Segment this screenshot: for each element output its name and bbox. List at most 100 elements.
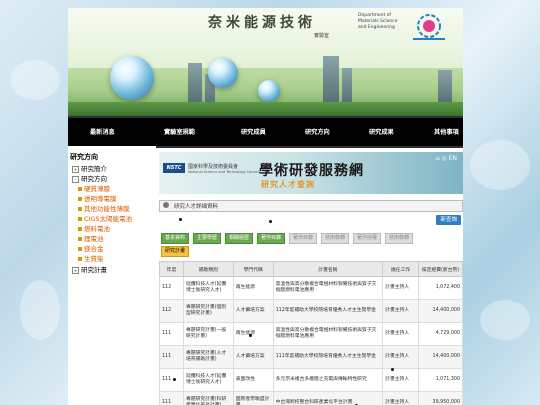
cell-project-name[interactable]: 多元奈米複合多層膜之充電與傳輸特性研究 [272,368,384,392]
bullet-icon [78,247,82,251]
column-header: 核定經費(新台幣) [418,261,463,277]
nav-lab-rules[interactable]: 實驗室規範 [164,127,195,136]
globe-image [258,80,280,102]
nav-other[interactable]: 其他事項 [434,127,459,136]
sidebar-item-intro[interactable]: + 研究簡介 [72,163,107,173]
cell-year: 111 [159,345,184,369]
decorative-dot [173,378,176,381]
cell-amount: 14,400,000 [418,345,463,369]
language-link[interactable]: EN [449,155,457,162]
cell-role: 計畫主持人 [382,345,420,369]
tab-experience[interactable]: 相關經歷 [225,233,254,244]
sidebar: 研究方向 + 研究簡介 - 研究方向 硬質薄膜 透明導電膜 其他功能性薄膜 CIGS… [68,146,156,405]
bullet-icon [78,237,82,241]
decorative-dot [249,334,252,337]
tab-basic-info[interactable]: 基本資料 [161,233,190,244]
nstc-logo: NSTC [163,163,185,173]
cell-year: 112 [159,276,184,300]
tab-education[interactable]: 主要學歷 [193,233,222,244]
bullet-icon [78,207,82,211]
sidebar-subitem-fuel-cell[interactable]: 燃料電池 [78,223,110,233]
cell-year: 111 [159,368,184,392]
breadcrumb: 研究人才詳細資料 [174,204,219,210]
breadcrumb-bar: 研究人才詳細資料 [159,200,463,212]
sidebar-subitem-tco[interactable]: 透明導電膜 [78,193,117,203]
cell-project-name[interactable]: 中台灣跨校整合科研產業化平台計畫 [272,391,384,405]
table-row: 112 專題研究計畫(個別型研究計畫) 人才攝培方案 112年度補助大學校院培育… [159,299,463,323]
decorative-dot [391,368,394,371]
nav-results[interactable]: 研究成果 [369,127,394,136]
department-name: Department of Materials Science and Engi… [358,13,398,30]
cell-amount: 1,072,400 [418,276,463,300]
sidebar-subitem-hard-film[interactable]: 硬質薄膜 [78,183,110,193]
nav-news[interactable]: 最新消息 [90,127,115,136]
sidebar-item-research-direction[interactable]: - 研究方向 [72,173,107,183]
globe-icon[interactable]: ◎ [442,155,447,162]
university-logo [413,14,445,40]
cell-year: 112 [159,299,184,323]
column-header: 學門代碼 [232,261,274,277]
collapse-icon[interactable]: - [72,175,79,183]
cell-project-name[interactable]: 112年度補助大學校院培育優秀人才主生獎學金 [272,299,384,323]
cell-role: 計畫主持人 [382,276,420,300]
bullet-icon [78,257,82,261]
nstc-banner: NSTC 國家科學及技術委員會 National Science and Tec… [159,152,463,194]
sidebar-subitem-lithium[interactable]: 鋰電池 [78,233,104,243]
tab-tech-transfer-2[interactable]: 技術移轉 [385,233,414,244]
cell-role: 計畫主持人 [382,322,420,346]
sidebar-subitem-magnesium[interactable]: 鎂合金 [78,243,104,253]
cell-amount: 1,071,300 [418,368,463,392]
expand-icon[interactable]: + [72,266,79,274]
lab-subtitle: 實驗室 [314,33,330,39]
cell-role: 計畫主持人 [382,299,420,323]
cell-field: 人才攝培方案 [232,299,274,323]
sidebar-subitem-cigs[interactable]: CIGS太陽能電池 [78,213,132,223]
background-texture [10,60,60,100]
new-query-button[interactable]: 新查詢 [436,215,461,225]
tab-publications[interactable]: 著作目錄 [257,233,286,244]
column-header: 補助類別 [182,261,234,277]
home-icon[interactable]: ⌂ [436,155,440,162]
sidebar-item-projects[interactable]: + 研究計畫 [72,264,107,274]
globe-image [208,58,238,88]
cell-field: 人才攝培方案 [232,345,274,369]
background-texture [480,300,530,340]
arrow-icon [163,202,169,208]
table-row: 111 專題研究計畫(一般研究計畫) 再生能源 高溫性與高分散複合電極材料製備技… [159,322,463,346]
tab-research-projects[interactable]: 研究計畫 [161,246,190,257]
cell-amount: 39,950,000 [418,391,463,405]
cell-year: 111 [159,391,184,405]
cell-type: 專題研究計畫(個別型研究計畫) [182,299,234,323]
nav-members[interactable]: 研究成員 [241,127,266,136]
cell-project-name[interactable]: 111年度補助大學校院培育優秀人才主生獎學金 [272,345,384,369]
cell-project-name[interactable]: 高溫性與高分散複合電極材料製備技術與質子交換膜燃料電池應用 [272,276,384,300]
globe-image [110,56,154,100]
bullet-icon [78,197,82,201]
main-nav: 最新消息 實驗室規範 研究成員 研究方向 研究成果 其他事項 [68,116,463,148]
cell-type: 專題研究計畫(人才培育補助計畫) [182,345,234,369]
decorative-dot [269,220,272,223]
grass-image [68,102,463,116]
column-header: 擔任工作 [382,261,420,277]
tab-tech-transfer[interactable]: 技術移轉 [321,233,350,244]
nav-research[interactable]: 研究方向 [305,127,330,136]
cell-field: 表面改性 [232,368,274,392]
expand-icon[interactable]: + [72,165,79,173]
main-content: NSTC 國家科學及技術委員會 National Science and Tec… [159,146,463,405]
cell-year: 111 [159,322,184,346]
bullet-icon [78,217,82,221]
column-header: 計畫名稱 [272,261,384,277]
bullet-icon [78,187,82,191]
tab-authorization[interactable]: 著作授權 [353,233,382,244]
cell-project-name[interactable]: 高溫性與高分散複合電極材料製備技術與質子交換膜燃料電池應用 [272,322,384,346]
decorative-dot [179,218,182,221]
tab-publications-2[interactable]: 著作目錄 [289,233,318,244]
sidebar-subitem-biodiesel[interactable]: 生質柴 [78,253,104,263]
lab-title: 奈米能源技術 [208,15,316,31]
sidebar-subitem-functional-film[interactable]: 其他功能性薄膜 [78,203,130,213]
org-name-en: National Science and Technology Council [188,170,260,174]
cell-field: 再生能源 [232,276,274,300]
banner-icons: ⌂ ◎ EN [436,155,457,162]
banner-subtitle: 研究人才查詢 [261,180,315,189]
background-texture [20,280,60,340]
